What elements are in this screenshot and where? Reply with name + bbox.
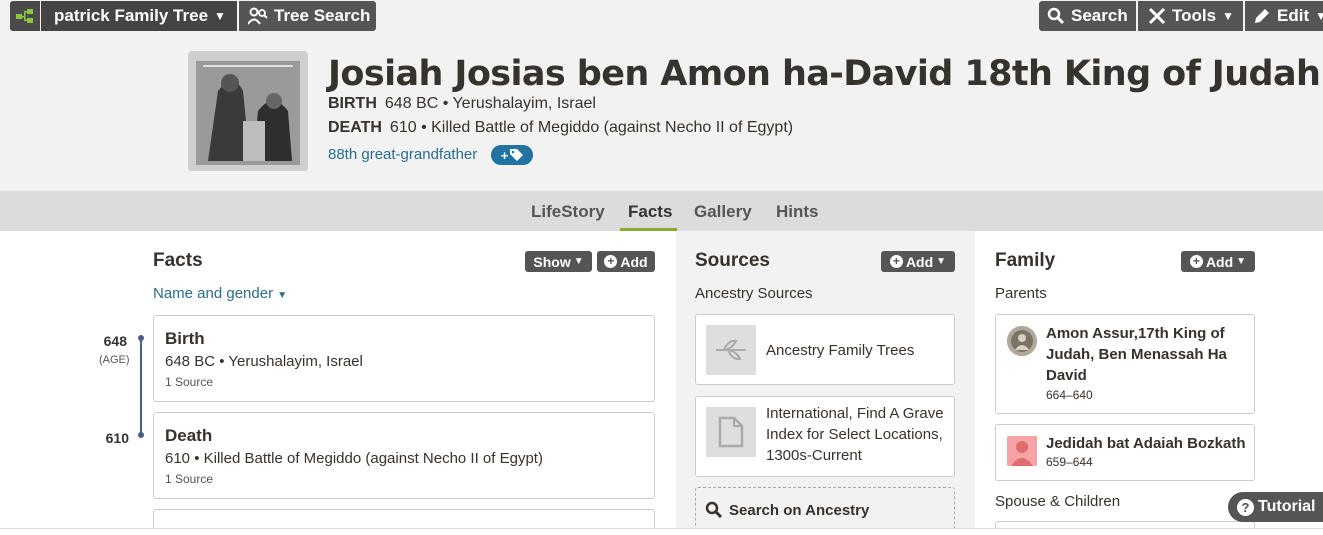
fact-detail: 648 BC • Yerushalayim, Israel	[165, 353, 363, 370]
tag-icon	[510, 149, 524, 161]
fact-detail: 610 • Killed Battle of Megiddo (against …	[165, 450, 543, 467]
show-dropdown-button[interactable]: Show ▼	[525, 251, 592, 272]
timeline-dot	[138, 335, 144, 341]
tab-hints[interactable]: Hints	[776, 202, 819, 222]
fact-source-count[interactable]: 1 Source	[165, 472, 213, 486]
family-column: Family + Add ▼ Parents Amon Assur,17th K…	[975, 231, 1323, 535]
document-icon	[706, 407, 756, 457]
show-label: Show	[533, 253, 571, 270]
tools-dropdown[interactable]: Tools ▼	[1138, 1, 1243, 31]
birth-label: BIRTH	[328, 95, 377, 112]
search-on-ancestry-label: Search on Ancestry	[729, 502, 870, 519]
plus-circle-icon: +	[1189, 255, 1203, 268]
parent-name: Jedidah bat Adaiah Bozkath	[1046, 435, 1246, 452]
chevron-down-icon: ▼	[277, 290, 288, 301]
tree-search-label: Tree Search	[274, 6, 371, 25]
search-button[interactable]: Search	[1039, 1, 1136, 31]
parent-dates: 664–640	[1046, 388, 1093, 402]
tools-icon	[1148, 7, 1166, 25]
family-heading: Family	[995, 250, 1056, 271]
plus-icon: +	[500, 147, 509, 163]
source-title: Ancestry Family Trees	[766, 342, 915, 359]
chevron-down-icon: ▼	[214, 9, 226, 23]
tutorial-label: Tutorial	[1258, 498, 1316, 515]
tab-gallery[interactable]: Gallery	[694, 202, 752, 222]
fact-card-birth[interactable]: Birth 648 BC • Yerushalayim, Israel 1 So…	[153, 315, 655, 402]
search-label: Search	[1071, 6, 1128, 25]
tree-view-button[interactable]	[10, 1, 40, 31]
tree-name-dropdown[interactable]: patrick Family Tree ▼	[41, 1, 237, 31]
death-value: 610 • Killed Battle of Megiddo (against …	[389, 119, 794, 136]
add-tag-button[interactable]: +	[491, 145, 533, 165]
search-icon	[705, 501, 723, 519]
birth-summary: BIRTH 648 BC • Yerushalayim, Israel	[328, 95, 596, 113]
timeline-line	[140, 336, 142, 434]
add-family-button[interactable]: + Add ▼	[1181, 251, 1255, 272]
parent-dates: 659–644	[1046, 455, 1093, 469]
add-label: Add	[1205, 253, 1234, 270]
source-card[interactable]: Ancestry Family Trees	[695, 314, 955, 385]
person-search-icon	[248, 7, 268, 25]
person-name: Josiah Josias ben Amon ha-David 18th Kin…	[328, 54, 1321, 94]
plus-circle-icon: +	[604, 255, 618, 268]
death-label: DEATH	[328, 119, 382, 136]
sources-heading: Sources	[695, 250, 770, 271]
leaf-icon	[706, 325, 756, 375]
parent-card-mother[interactable]: Jedidah bat Adaiah Bozkath 659–644	[995, 424, 1255, 481]
sources-column: Sources + Add ▼ Ancestry Sources Ancestr…	[676, 231, 975, 535]
tree-search-button[interactable]: Tree Search	[239, 1, 376, 31]
fact-card-death[interactable]: Death 610 • Killed Battle of Megiddo (ag…	[153, 412, 655, 499]
avatar	[1007, 326, 1037, 356]
tree-name-label: patrick Family Tree	[54, 6, 209, 25]
add-label: Add	[905, 253, 934, 270]
family-tree-icon	[16, 9, 33, 23]
page-bottom-edge	[0, 528, 1323, 535]
name-and-gender-link[interactable]: Name and gender ▼	[153, 285, 287, 302]
tools-label: Tools	[1172, 6, 1217, 25]
source-card[interactable]: International, Find A Grave Index for Se…	[695, 396, 955, 477]
edit-label: Edit	[1277, 6, 1310, 25]
plus-circle-icon: +	[889, 255, 903, 268]
add-fact-button[interactable]: + Add	[597, 251, 655, 272]
chevron-down-icon: ▼	[936, 256, 947, 267]
person-portrait[interactable]	[188, 51, 308, 171]
parent-card-father[interactable]: Amon Assur,17th King of Judah, Ben Menas…	[995, 314, 1255, 414]
spouse-children-label: Spouse & Children	[995, 493, 1121, 510]
tutorial-button[interactable]: ? Tutorial	[1228, 492, 1323, 522]
search-icon	[1047, 7, 1065, 25]
portrait-image	[188, 51, 308, 171]
tab-lifestory[interactable]: LifeStory	[531, 202, 605, 222]
death-summary: DEATH 610 • Killed Battle of Megiddo (aga…	[328, 119, 793, 137]
facts-column: Facts Show ▼ + Add Name and gender ▼ 648…	[0, 231, 676, 535]
facts-heading: Facts	[153, 250, 203, 271]
timeline-birth-year: 648	[103, 333, 127, 349]
timeline-age-label: (AGE)	[99, 354, 130, 366]
chevron-down-icon: ▼	[1222, 9, 1234, 23]
source-title: International, Find A Grave Index for Se…	[766, 405, 944, 464]
add-label: Add	[620, 253, 648, 270]
help-icon: ?	[1237, 498, 1254, 516]
tab-facts[interactable]: Facts	[628, 202, 672, 222]
chevron-down-icon: ▼	[1315, 9, 1323, 23]
female-avatar-icon	[1007, 436, 1037, 466]
chevron-down-icon: ▼	[1236, 256, 1247, 267]
parents-label: Parents	[995, 285, 1047, 302]
fact-title: Death	[165, 426, 213, 445]
ancestry-sources-label: Ancestry Sources	[695, 285, 813, 302]
parent-name: Amon Assur,17th King of Judah, Ben Menas…	[1046, 325, 1227, 384]
relationship-link[interactable]: 88th great-grandfather	[328, 146, 477, 163]
profile-tabs: LifeStory Facts Gallery Hints	[0, 191, 1323, 231]
name-and-gender-label: Name and gender	[153, 285, 274, 302]
fact-source-count[interactable]: 1 Source	[165, 375, 213, 389]
pencil-icon	[1255, 9, 1269, 23]
chevron-down-icon: ▼	[573, 256, 584, 267]
birth-value: 648 BC • Yerushalayim, Israel	[384, 95, 596, 112]
timeline-death-year: 610	[105, 430, 129, 446]
timeline-dot	[138, 432, 144, 438]
add-source-button[interactable]: + Add ▼	[881, 251, 955, 272]
fact-title: Birth	[165, 329, 205, 348]
edit-dropdown[interactable]: Edit ▼	[1245, 1, 1323, 31]
